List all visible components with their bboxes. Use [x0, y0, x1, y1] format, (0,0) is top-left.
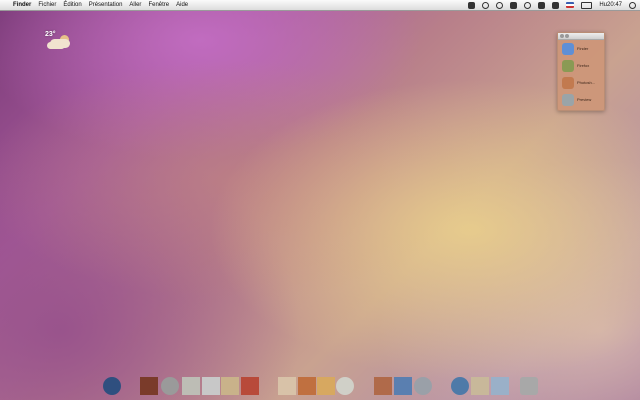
volume-icon[interactable]: [552, 1, 560, 9]
mail-icon[interactable]: [510, 1, 518, 9]
weather-temperature: 23°: [45, 31, 56, 38]
drawer-item-label: Preview: [577, 97, 592, 102]
menu-aide[interactable]: Aide: [176, 0, 188, 10]
menu-finder[interactable]: Finder: [13, 0, 31, 10]
sync-icon[interactable]: [482, 1, 490, 9]
finder-icon: [562, 42, 574, 55]
notepad-icon[interactable]: [182, 377, 200, 395]
drawer-item-finder[interactable]: Finder: [558, 40, 604, 57]
menu-clock[interactable]: Hu20:47: [599, 0, 622, 10]
menu-aller[interactable]: Aller: [129, 0, 141, 10]
tools-icon[interactable]: [241, 377, 259, 395]
drawer-item-label: Firefox: [577, 63, 590, 68]
photos-icon[interactable]: [491, 377, 509, 395]
drawer-titlebar[interactable]: [558, 33, 604, 40]
rocket-icon[interactable]: [374, 377, 392, 395]
drawer-item-label: Finder: [577, 46, 589, 51]
close-button[interactable]: [560, 34, 564, 38]
network-icon[interactable]: [394, 377, 412, 395]
menu-fenetre[interactable]: Fenêtre: [148, 0, 169, 10]
drawer-item-photoshop[interactable]: Photosh...: [558, 74, 604, 91]
scripts-icon[interactable]: [468, 1, 476, 9]
drawer-item-firefox[interactable]: Firefox: [558, 57, 604, 74]
wrench-icon[interactable]: [202, 377, 220, 395]
spotlight-icon[interactable]: [629, 1, 636, 9]
menu-edition[interactable]: Édition: [63, 0, 81, 10]
photoshop-icon: [562, 76, 574, 89]
magnifier-icon[interactable]: [336, 377, 354, 395]
music-icon[interactable]: [221, 377, 239, 395]
app-drawer: Finder Firefox Photosh... Preview: [557, 32, 605, 111]
firefox-icon: [562, 59, 574, 72]
preview-icon: [562, 93, 574, 106]
wifi-icon[interactable]: [538, 1, 546, 9]
drawer-item-label: Photosh...: [577, 80, 596, 85]
cloud-icon: [50, 39, 70, 48]
menu-presentation[interactable]: Présentation: [89, 0, 123, 10]
pen-icon[interactable]: [278, 377, 296, 395]
paintbrush-icon[interactable]: [298, 377, 316, 395]
bluetooth-icon[interactable]: [524, 1, 532, 9]
pencil-icon[interactable]: [317, 377, 335, 395]
drawer-item-preview[interactable]: Preview: [558, 91, 604, 108]
speaker-icon[interactable]: [414, 377, 432, 395]
minimize-button[interactable]: [565, 34, 569, 38]
trash-icon[interactable]: [520, 377, 538, 395]
dock: [0, 373, 640, 400]
brush-icon[interactable]: [140, 377, 158, 395]
battery-icon[interactable]: [581, 1, 593, 9]
menu-bar: Finder Fichier Édition Présentation Alle…: [0, 0, 640, 11]
gear-icon[interactable]: [161, 377, 179, 395]
mail-icon[interactable]: [471, 377, 489, 395]
weather-widget[interactable]: 23°: [42, 31, 74, 51]
menu-fichier[interactable]: Fichier: [38, 0, 56, 10]
flag-icon[interactable]: [566, 2, 575, 8]
globe-icon[interactable]: [103, 377, 121, 395]
timer-icon[interactable]: [496, 1, 504, 9]
earth-icon[interactable]: [451, 377, 469, 395]
